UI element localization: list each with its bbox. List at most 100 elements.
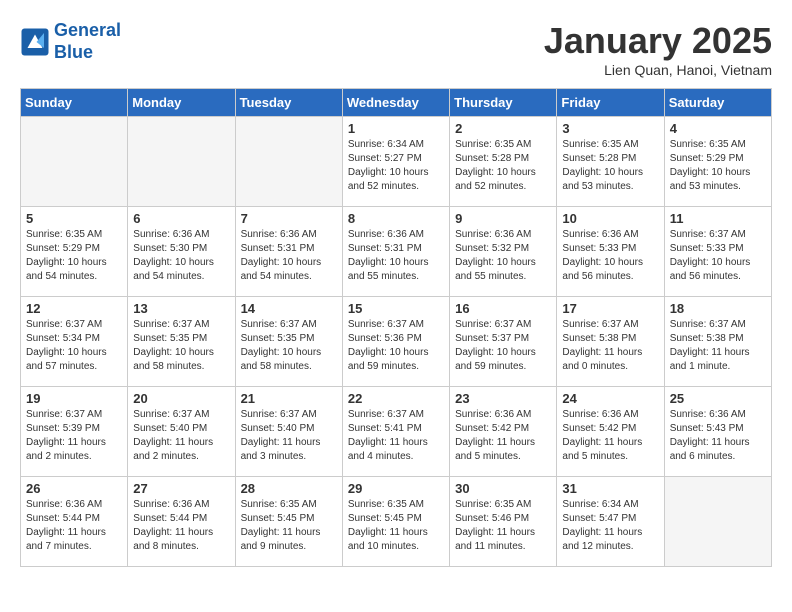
- day-info: Sunrise: 6:36 AM Sunset: 5:43 PM Dayligh…: [670, 408, 766, 464]
- day-info: Sunrise: 6:37 AM Sunset: 5:36 PM Dayligh…: [348, 318, 444, 374]
- day-cell: 21 Sunrise: 6:37 AM Sunset: 5:40 PM Dayli…: [235, 387, 342, 477]
- day-number: 23: [455, 391, 551, 406]
- day-info: Sunrise: 6:36 AM Sunset: 5:44 PM Dayligh…: [26, 498, 122, 554]
- day-number: 29: [348, 481, 444, 496]
- logo-text: General Blue: [54, 20, 121, 63]
- day-number: 27: [133, 481, 229, 496]
- day-cell: [664, 477, 771, 567]
- day-cell: 7 Sunrise: 6:36 AM Sunset: 5:31 PM Daylig…: [235, 207, 342, 297]
- header-tuesday: Tuesday: [235, 89, 342, 117]
- header-wednesday: Wednesday: [342, 89, 449, 117]
- day-cell: 14 Sunrise: 6:37 AM Sunset: 5:35 PM Dayli…: [235, 297, 342, 387]
- day-info: Sunrise: 6:37 AM Sunset: 5:37 PM Dayligh…: [455, 318, 551, 374]
- day-cell: 27 Sunrise: 6:36 AM Sunset: 5:44 PM Dayli…: [128, 477, 235, 567]
- day-info: Sunrise: 6:37 AM Sunset: 5:41 PM Dayligh…: [348, 408, 444, 464]
- week-row-5: 26 Sunrise: 6:36 AM Sunset: 5:44 PM Dayli…: [21, 477, 772, 567]
- day-number: 12: [26, 301, 122, 316]
- day-cell: 13 Sunrise: 6:37 AM Sunset: 5:35 PM Dayli…: [128, 297, 235, 387]
- day-info: Sunrise: 6:36 AM Sunset: 5:42 PM Dayligh…: [562, 408, 658, 464]
- page-header: General Blue January 2025 Lien Quan, Han…: [20, 20, 772, 78]
- day-cell: 30 Sunrise: 6:35 AM Sunset: 5:46 PM Dayli…: [450, 477, 557, 567]
- day-cell: 29 Sunrise: 6:35 AM Sunset: 5:45 PM Dayli…: [342, 477, 449, 567]
- day-number: 22: [348, 391, 444, 406]
- day-info: Sunrise: 6:34 AM Sunset: 5:27 PM Dayligh…: [348, 138, 444, 194]
- day-info: Sunrise: 6:36 AM Sunset: 5:32 PM Dayligh…: [455, 228, 551, 284]
- day-cell: 5Sunrise: 6:35 AM Sunset: 5:29 PM Daylig…: [21, 207, 128, 297]
- calendar-subtitle: Lien Quan, Hanoi, Vietnam: [544, 62, 772, 78]
- day-info: Sunrise: 6:36 AM Sunset: 5:33 PM Dayligh…: [562, 228, 658, 284]
- day-cell: [128, 117, 235, 207]
- week-row-4: 19 Sunrise: 6:37 AM Sunset: 5:39 PM Dayli…: [21, 387, 772, 477]
- week-row-3: 12 Sunrise: 6:37 AM Sunset: 5:34 PM Dayli…: [21, 297, 772, 387]
- day-cell: 25Sunrise: 6:36 AM Sunset: 5:43 PM Dayli…: [664, 387, 771, 477]
- calendar-table: SundayMondayTuesdayWednesdayThursdayFrid…: [20, 88, 772, 567]
- day-info: Sunrise: 6:37 AM Sunset: 5:38 PM Dayligh…: [562, 318, 658, 374]
- day-number: 8: [348, 211, 444, 226]
- day-cell: 26 Sunrise: 6:36 AM Sunset: 5:44 PM Dayli…: [21, 477, 128, 567]
- day-info: Sunrise: 6:37 AM Sunset: 5:33 PM Dayligh…: [670, 228, 766, 284]
- day-info: Sunrise: 6:37 AM Sunset: 5:35 PM Dayligh…: [241, 318, 337, 374]
- day-number: 20: [133, 391, 229, 406]
- day-cell: 28Sunrise: 6:35 AM Sunset: 5:45 PM Dayli…: [235, 477, 342, 567]
- header-monday: Monday: [128, 89, 235, 117]
- day-number: 17: [562, 301, 658, 316]
- day-info: Sunrise: 6:37 AM Sunset: 5:35 PM Dayligh…: [133, 318, 229, 374]
- day-cell: 11 Sunrise: 6:37 AM Sunset: 5:33 PM Dayli…: [664, 207, 771, 297]
- day-cell: 9 Sunrise: 6:36 AM Sunset: 5:32 PM Daylig…: [450, 207, 557, 297]
- day-cell: 24Sunrise: 6:36 AM Sunset: 5:42 PM Dayli…: [557, 387, 664, 477]
- day-number: 4: [670, 121, 766, 136]
- day-cell: 23 Sunrise: 6:36 AM Sunset: 5:42 PM Dayli…: [450, 387, 557, 477]
- day-info: Sunrise: 6:35 AM Sunset: 5:28 PM Dayligh…: [562, 138, 658, 194]
- day-number: 5: [26, 211, 122, 226]
- day-number: 26: [26, 481, 122, 496]
- header-row: SundayMondayTuesdayWednesdayThursdayFrid…: [21, 89, 772, 117]
- day-number: 18: [670, 301, 766, 316]
- day-info: Sunrise: 6:35 AM Sunset: 5:45 PM Dayligh…: [348, 498, 444, 554]
- day-number: 7: [241, 211, 337, 226]
- day-cell: 22 Sunrise: 6:37 AM Sunset: 5:41 PM Dayli…: [342, 387, 449, 477]
- day-number: 28: [241, 481, 337, 496]
- day-info: Sunrise: 6:36 AM Sunset: 5:31 PM Dayligh…: [348, 228, 444, 284]
- logo-line2: Blue: [54, 42, 93, 62]
- day-number: 10: [562, 211, 658, 226]
- day-number: 3: [562, 121, 658, 136]
- day-info: Sunrise: 6:35 AM Sunset: 5:28 PM Dayligh…: [455, 138, 551, 194]
- day-number: 6: [133, 211, 229, 226]
- logo-icon: [20, 27, 50, 57]
- day-cell: 2Sunrise: 6:35 AM Sunset: 5:28 PM Daylig…: [450, 117, 557, 207]
- day-cell: 19 Sunrise: 6:37 AM Sunset: 5:39 PM Dayli…: [21, 387, 128, 477]
- day-number: 13: [133, 301, 229, 316]
- day-cell: 1 Sunrise: 6:34 AM Sunset: 5:27 PM Daylig…: [342, 117, 449, 207]
- day-info: Sunrise: 6:35 AM Sunset: 5:29 PM Dayligh…: [670, 138, 766, 194]
- day-number: 30: [455, 481, 551, 496]
- day-info: Sunrise: 6:36 AM Sunset: 5:44 PM Dayligh…: [133, 498, 229, 554]
- day-info: Sunrise: 6:35 AM Sunset: 5:46 PM Dayligh…: [455, 498, 551, 554]
- week-row-1: 1 Sunrise: 6:34 AM Sunset: 5:27 PM Daylig…: [21, 117, 772, 207]
- day-cell: [235, 117, 342, 207]
- header-thursday: Thursday: [450, 89, 557, 117]
- day-number: 1: [348, 121, 444, 136]
- day-info: Sunrise: 6:37 AM Sunset: 5:38 PM Dayligh…: [670, 318, 766, 374]
- day-cell: 6Sunrise: 6:36 AM Sunset: 5:30 PM Daylig…: [128, 207, 235, 297]
- header-friday: Friday: [557, 89, 664, 117]
- day-number: 14: [241, 301, 337, 316]
- day-number: 31: [562, 481, 658, 496]
- day-info: Sunrise: 6:37 AM Sunset: 5:40 PM Dayligh…: [241, 408, 337, 464]
- day-cell: 18 Sunrise: 6:37 AM Sunset: 5:38 PM Dayli…: [664, 297, 771, 387]
- day-number: 16: [455, 301, 551, 316]
- day-cell: 31 Sunrise: 6:34 AM Sunset: 5:47 PM Dayli…: [557, 477, 664, 567]
- day-info: Sunrise: 6:36 AM Sunset: 5:42 PM Dayligh…: [455, 408, 551, 464]
- day-info: Sunrise: 6:37 AM Sunset: 5:39 PM Dayligh…: [26, 408, 122, 464]
- day-info: Sunrise: 6:37 AM Sunset: 5:40 PM Dayligh…: [133, 408, 229, 464]
- day-number: 11: [670, 211, 766, 226]
- day-info: Sunrise: 6:34 AM Sunset: 5:47 PM Dayligh…: [562, 498, 658, 554]
- day-number: 21: [241, 391, 337, 406]
- day-cell: 12 Sunrise: 6:37 AM Sunset: 5:34 PM Dayli…: [21, 297, 128, 387]
- calendar-title-block: January 2025 Lien Quan, Hanoi, Vietnam: [544, 20, 772, 78]
- day-number: 9: [455, 211, 551, 226]
- day-number: 19: [26, 391, 122, 406]
- header-saturday: Saturday: [664, 89, 771, 117]
- day-cell: 8 Sunrise: 6:36 AM Sunset: 5:31 PM Daylig…: [342, 207, 449, 297]
- day-info: Sunrise: 6:36 AM Sunset: 5:31 PM Dayligh…: [241, 228, 337, 284]
- day-info: Sunrise: 6:37 AM Sunset: 5:34 PM Dayligh…: [26, 318, 122, 374]
